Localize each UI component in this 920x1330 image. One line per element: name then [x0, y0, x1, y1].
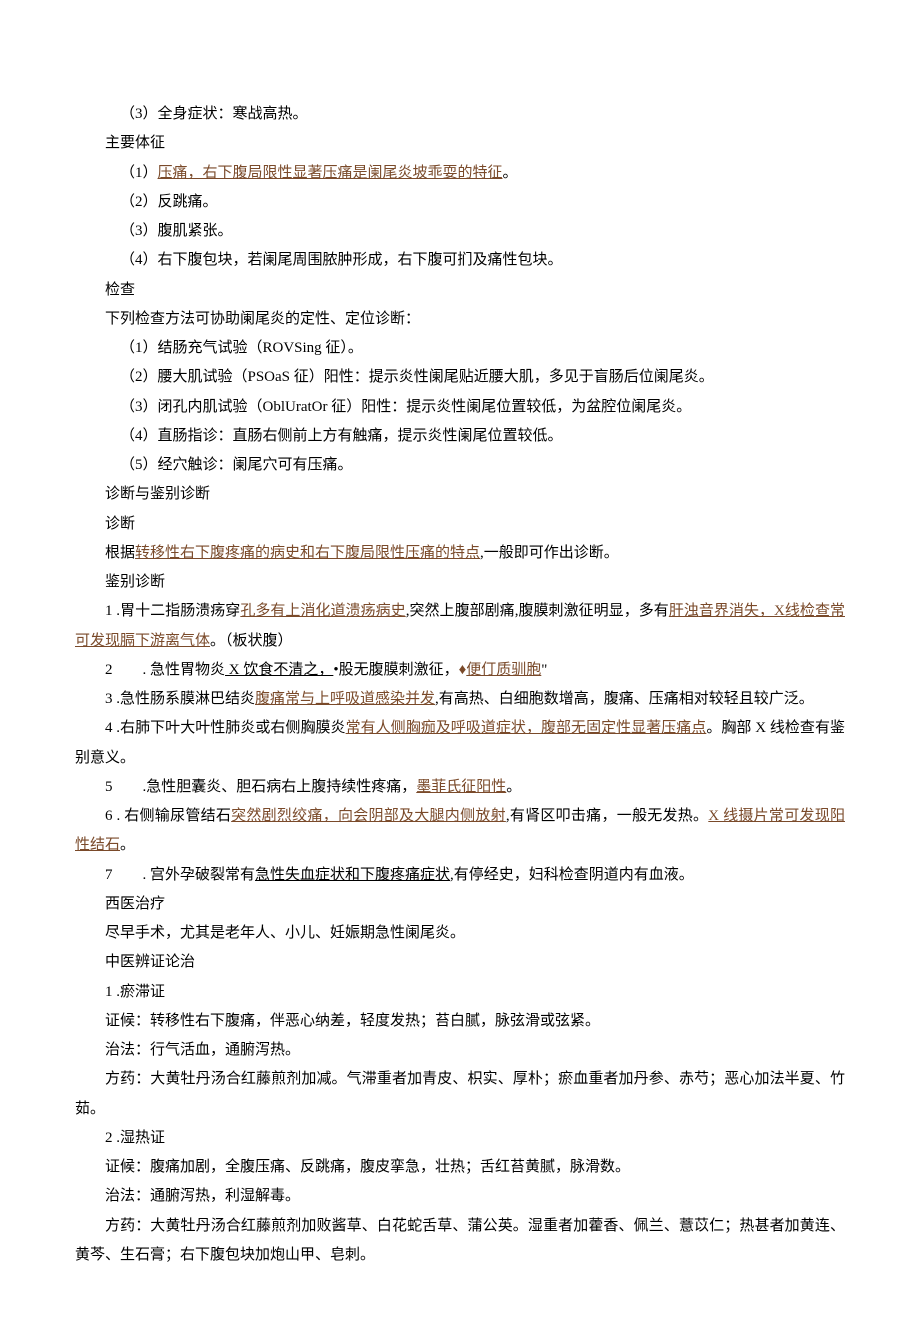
body-line: 5 .急性胆囊炎、胆石病右上腹持续性疼痛，墨菲氏征阳性。	[75, 773, 845, 802]
text-link[interactable]: 转移性右下腹疼痛的病史和右下腹局限性压痛的特点	[135, 545, 480, 561]
body-line: 方药：大黄牡丹汤合红藤煎剂加败酱草、白花蛇舌草、蒲公英。湿重者加藿香、佩兰、薏苡…	[75, 1212, 845, 1271]
text-link[interactable]: 常有人侧胸痂及呼吸道症状，腹部无固定性显著压痛点	[346, 720, 707, 736]
text-fragment: 4 .右肺下叶大叶性肺炎或右侧胸膜炎	[105, 720, 346, 736]
section-heading: 诊断	[75, 510, 845, 539]
body-line: 尽早手术，尤其是老年人、小儿、妊娠期急性阑尾炎。	[75, 919, 845, 948]
text-fragment: （1）	[120, 165, 158, 181]
text-fragment: ,有肾区叩击痛，一般无发热。	[506, 808, 708, 824]
body-line: 4 .右肺下叶大叶性肺炎或右侧胸膜炎常有人侧胸痂及呼吸道症状，腹部无固定性显著压…	[75, 714, 845, 773]
text-underline: 急性失血症状和下腹疼痛症状	[255, 867, 450, 883]
text-fragment: 。	[503, 165, 518, 181]
body-line: （3）全身症状：寒战高热。	[75, 100, 845, 129]
text-link[interactable]: 墨菲氏征阳性	[416, 779, 506, 795]
text-underline: X 饮食不清之，	[225, 662, 333, 678]
body-line: 1 .胃十二指肠溃疡穿孔多有上消化道溃疡病史,突然上腹部剧痛,腹膜刺激征明显，多…	[75, 597, 845, 656]
text-fragment: ,一般即可作出诊断。	[480, 545, 619, 561]
text-link[interactable]: 孔多有上消化道溃疡病史	[240, 603, 405, 619]
text-link[interactable]: 肝浊	[669, 603, 699, 619]
body-line: （4）直肠指诊：直肠右侧前上方有触痛，提示炎性阑尾位置较低。	[75, 422, 845, 451]
text-fragment: 根据	[105, 545, 135, 561]
body-line: 方药：大黄牡丹汤合红藤煎剂加减。气滞重者加青皮、枳实、厚朴；瘀血重者加丹参、赤芍…	[75, 1065, 845, 1124]
text-fragment: 。（板状腹）	[210, 633, 293, 649]
body-line: 治法：通腑泻热，利湿解毒。	[75, 1182, 845, 1211]
section-heading: 西医治疗	[75, 890, 845, 919]
text-fragment: 。	[506, 779, 521, 795]
body-line: 治法：行气活血，通腑泻热。	[75, 1036, 845, 1065]
text-fragment: 。	[120, 837, 135, 853]
text-link[interactable]: 突然剧烈绞痛，向会阴部及大腿内侧放射	[231, 808, 506, 824]
text-fragment: ,有停经史，妇科检查阴道内有血液。	[450, 867, 694, 883]
text-fragment: ,突然上腹部剧痛,腹膜刺激征明显，多有	[406, 603, 669, 619]
body-line: （2）腰大肌试验（PSOaS 征）阳性：提示炎性阑尾贴近腰大肌，多见于盲肠后位阑…	[75, 363, 845, 392]
text-fragment: 1 .胃十二指肠溃疡穿	[105, 603, 240, 619]
body-line: （1）压痛，右下腹局限性显著压痛是阑尾炎坡乖耍的特征。	[75, 159, 845, 188]
section-heading: 中医辨证论治	[75, 948, 845, 977]
text-fragment: 6 . 右侧输尿管结石	[105, 808, 231, 824]
body-line: 证候：腹痛加剧，全腹压痛、反跳痛，腹皮挛急，壮热；舌红苔黄腻，脉滑数。	[75, 1153, 845, 1182]
body-line: （2）反跳痛。	[75, 188, 845, 217]
body-line: 7 . 宫外孕破裂常有急性失血症状和下腹疼痛症状,有停经史，妇科检查阴道内有血液…	[75, 861, 845, 890]
text-link[interactable]: 压痛，右下腹局限性显著压痛是阑尾炎坡乖耍的特征	[158, 165, 503, 181]
text-fragment: 3 .急性肠系膜淋巴结炎	[105, 691, 255, 707]
body-line: （3）腹肌紧张。	[75, 217, 845, 246]
text-fragment: 7 . 宫外孕破裂常有	[105, 867, 255, 883]
section-heading: 主要体征	[75, 129, 845, 158]
body-line: （1）结肠充气试验（ROVSing 征）。	[75, 334, 845, 363]
body-line: （3）闭孔内肌试验（OblUratOr 征）阳性：提示炎性阑尾位置较低，为盆腔位…	[75, 393, 845, 422]
body-line: 2 . 急性胃物炎 X 饮食不清之，•股无腹膜刺激征，♦便仃质驯胞"	[75, 656, 845, 685]
text-fragment: 2 . 急性胃物炎	[105, 662, 225, 678]
body-line: 1 .瘀滞证	[75, 978, 845, 1007]
body-line: 证候：转移性右下腹痛，伴恶心纳差，轻度发热；苔白腻，脉弦滑或弦紧。	[75, 1007, 845, 1036]
text-link[interactable]: 腹痛常与上呼吸道感染并发	[255, 691, 435, 707]
text-fragment: 5 .急性胆囊炎、胆石病右上腹持续性疼痛，	[105, 779, 416, 795]
body-line: （4）右下腹包块，若阑尾周围脓肿形成，右下腹可扪及痛性包块。	[75, 246, 845, 275]
body-line: 2 .湿热证	[75, 1124, 845, 1153]
body-line: 3 .急性肠系膜淋巴结炎腹痛常与上呼吸道感染并发,有高热、白细胞数增高，腹痛、压…	[75, 685, 845, 714]
text-fragment: •股无腹膜刺激征，	[333, 662, 458, 678]
text-link[interactable]: 便仃质驯胞	[466, 662, 541, 678]
section-heading: 鉴别诊断	[75, 568, 845, 597]
section-heading: 检查	[75, 276, 845, 305]
body-line: （5）经穴触诊：阑尾穴可有压痛。	[75, 451, 845, 480]
section-heading: 诊断与鉴别诊断	[75, 480, 845, 509]
body-line: 6 . 右侧输尿管结石突然剧烈绞痛，向会阴部及大腿内侧放射,有肾区叩击痛，一般无…	[75, 802, 845, 861]
text-fragment: ,有高热、白细胞数增高，腹痛、压痛相对较轻且较广泛。	[435, 691, 814, 707]
text-fragment: "	[541, 662, 547, 678]
body-line: 下列检查方法可协助阑尾炎的定性、定位诊断：	[75, 305, 845, 334]
body-line: 根据转移性右下腹疼痛的病史和右下腹局限性压痛的特点,一般即可作出诊断。	[75, 539, 845, 568]
